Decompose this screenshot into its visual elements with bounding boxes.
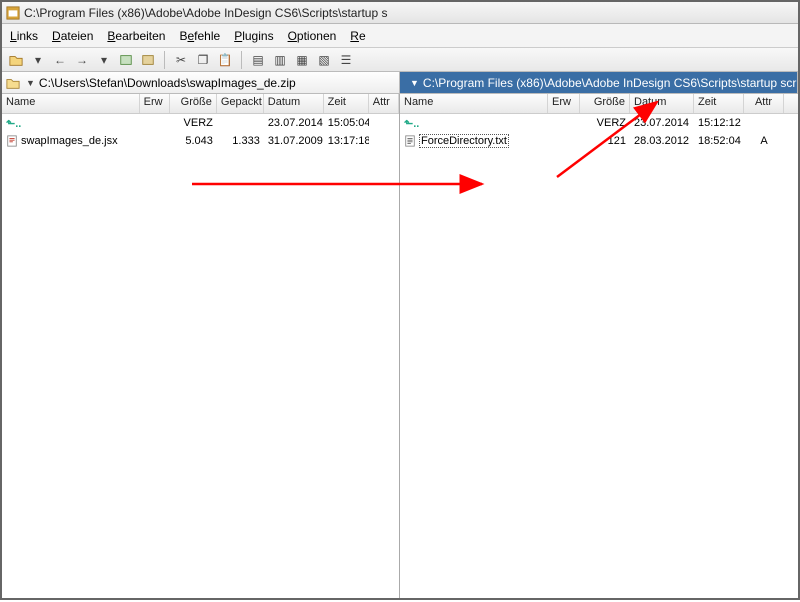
menu-links[interactable]: LLinksinks (10, 29, 38, 43)
toolbar-separator (241, 51, 242, 69)
script-file-icon (6, 135, 18, 147)
column-headers-left: Name Erw Größe Gepackt Datum Zeit Attr (2, 94, 399, 114)
path-row: ▼ C:\Users\Stefan\Downloads\swapImages_d… (2, 72, 798, 94)
menu-bar: LLinksinks Dateien Bearbeiten Befehle Pl… (2, 24, 798, 48)
dropdown-icon[interactable]: ▼ (410, 78, 419, 88)
tb-fwd-icon[interactable]: → (72, 50, 92, 70)
path-right[interactable]: ▼ C:\Program Files (x86)\Adobe\Adobe InD… (400, 72, 798, 93)
dropdown-icon[interactable]: ▼ (26, 78, 35, 88)
menu-bearbeiten[interactable]: Bearbeiten (107, 29, 165, 43)
toolbar-separator (164, 51, 165, 69)
col-size[interactable]: Größe (170, 94, 217, 113)
updir-row[interactable]: ⬑.. VERZ 23.07.2014 15:05:04 (2, 114, 399, 132)
toolbar: ▾ ← → ▾ ✂ ❐ 📋 ▤ ▥ ▦ ▧ ☰ (2, 48, 798, 72)
tb-paste-icon[interactable]: 📋 (215, 50, 235, 70)
menu-plugins[interactable]: Plugins (234, 29, 273, 43)
folder-icon (6, 76, 20, 90)
col-attr[interactable]: Attr (369, 94, 399, 113)
panel-left: Name Erw Größe Gepackt Datum Zeit Attr ⬑… (2, 94, 400, 598)
tb-view1-icon[interactable]: ▤ (248, 50, 268, 70)
tb-dropdown2-icon[interactable]: ▾ (94, 50, 114, 70)
menu-optionen[interactable]: Optionen (288, 29, 337, 43)
window-title: C:\Program Files (x86)\Adobe\Adobe InDes… (24, 6, 388, 20)
path-right-text: C:\Program Files (x86)\Adobe\Adobe InDes… (423, 76, 798, 90)
col-name[interactable]: Name (2, 94, 140, 113)
content: Name Erw Größe Gepackt Datum Zeit Attr ⬑… (2, 94, 798, 598)
path-left-text: C:\Users\Stefan\Downloads\swapImages_de.… (39, 76, 296, 90)
col-size[interactable]: Größe (580, 94, 630, 113)
tb-open-icon[interactable] (6, 50, 26, 70)
panel-right: Name Erw Größe Datum Zeit Attr ⬑.. VERZ … (400, 94, 798, 598)
text-file-icon (404, 135, 416, 147)
menu-befehle[interactable]: Befehle (179, 29, 220, 43)
col-attr[interactable]: Attr (744, 94, 784, 113)
file-row[interactable]: ForceDirectory.txt 121 28.03.2012 18:52:… (400, 132, 798, 150)
col-time[interactable]: Zeit (694, 94, 744, 113)
file-name: ForceDirectory.txt (419, 134, 509, 148)
col-date[interactable]: Datum (264, 94, 324, 113)
tb-dropdown-icon[interactable]: ▾ (28, 50, 48, 70)
col-date[interactable]: Datum (630, 94, 694, 113)
tb-view2-icon[interactable]: ▥ (270, 50, 290, 70)
tb-pack-icon[interactable] (116, 50, 136, 70)
tb-tree-icon[interactable]: ☰ (336, 50, 356, 70)
col-ext[interactable]: Erw (548, 94, 580, 113)
tb-cut-icon[interactable]: ✂ (171, 50, 191, 70)
tb-unpack-icon[interactable] (138, 50, 158, 70)
file-list-left[interactable]: ⬑.. VERZ 23.07.2014 15:05:04 swapImages_… (2, 114, 399, 598)
menu-dateien[interactable]: Dateien (52, 29, 93, 43)
tb-view3-icon[interactable]: ▦ (292, 50, 312, 70)
updir-icon: ⬑.. (404, 117, 419, 130)
menu-rechts[interactable]: Re (350, 29, 365, 43)
app-icon (6, 6, 20, 20)
updir-row[interactable]: ⬑.. VERZ 23.07.2014 15:12:12 (400, 114, 798, 132)
file-row[interactable]: swapImages_de.jsx 5.043 1.333 31.07.2009… (2, 132, 399, 150)
col-time[interactable]: Zeit (324, 94, 369, 113)
path-left[interactable]: ▼ C:\Users\Stefan\Downloads\swapImages_d… (2, 72, 400, 93)
col-name[interactable]: Name (400, 94, 548, 113)
col-ext[interactable]: Erw (140, 94, 170, 113)
tb-view4-icon[interactable]: ▧ (314, 50, 334, 70)
column-headers-right: Name Erw Größe Datum Zeit Attr (400, 94, 798, 114)
title-bar: C:\Program Files (x86)\Adobe\Adobe InDes… (2, 2, 798, 24)
file-list-right[interactable]: ⬑.. VERZ 23.07.2014 15:12:12 ForceDirect… (400, 114, 798, 598)
file-name: swapImages_de.jsx (21, 135, 118, 147)
tb-back-icon[interactable]: ← (50, 50, 70, 70)
col-packed[interactable]: Gepackt (217, 94, 264, 113)
tb-copy-icon[interactable]: ❐ (193, 50, 213, 70)
updir-icon: ⬑.. (6, 117, 21, 130)
